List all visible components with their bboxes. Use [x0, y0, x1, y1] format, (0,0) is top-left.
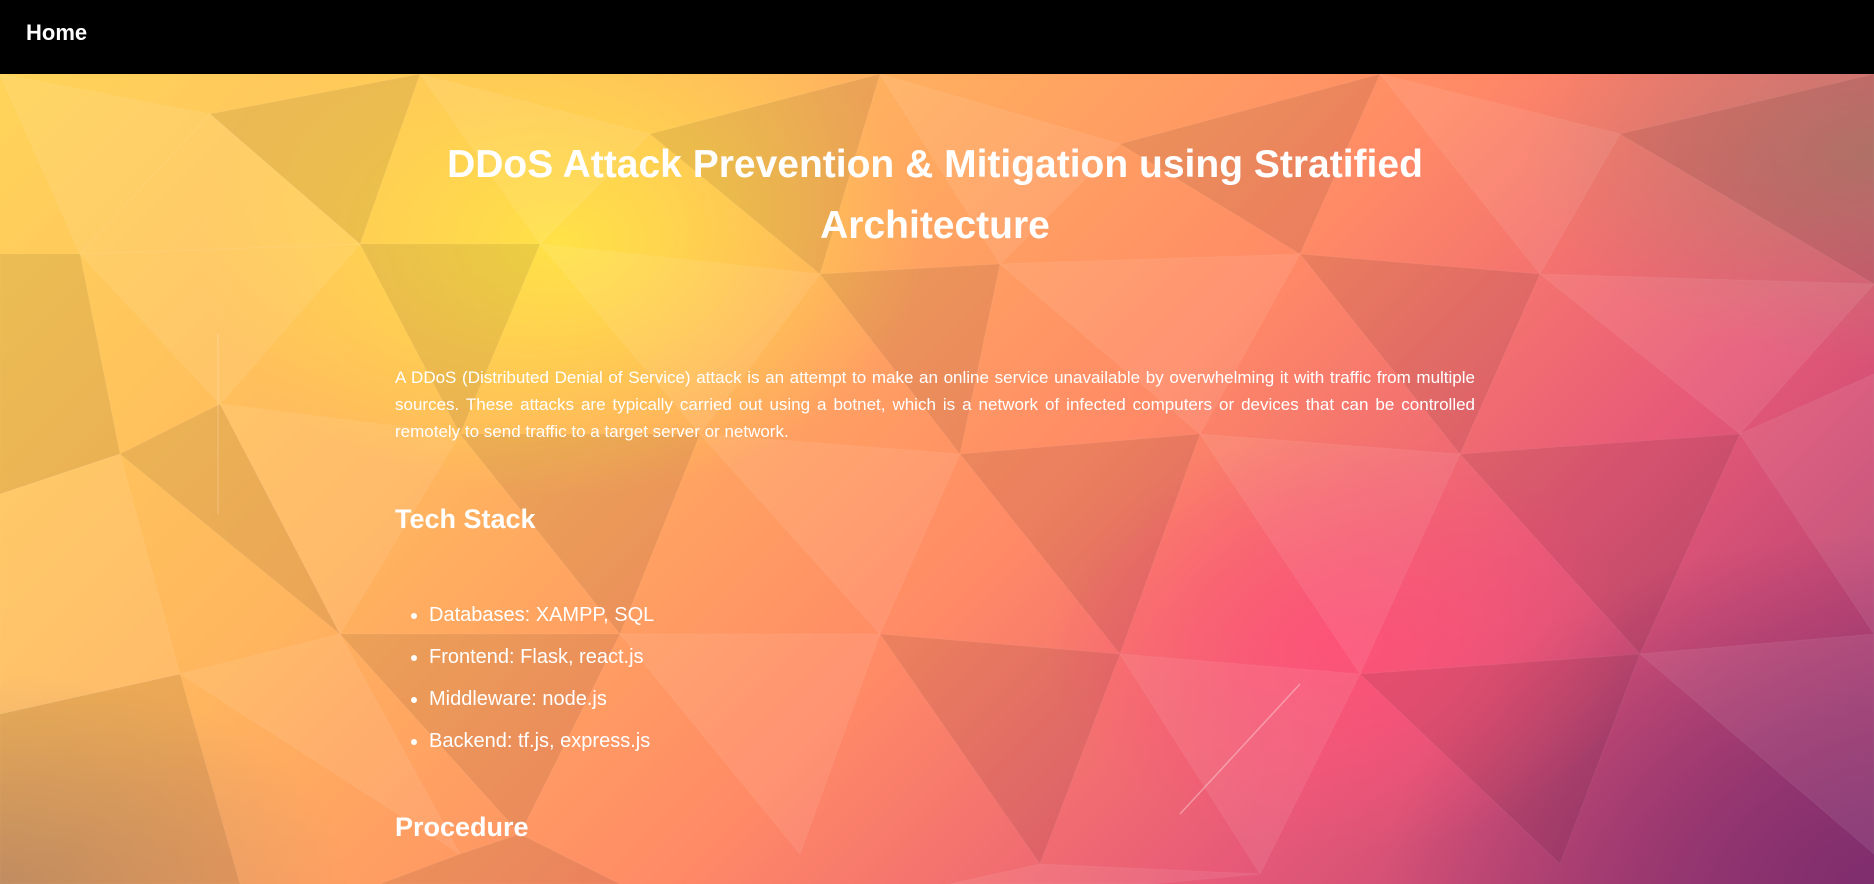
nav-home-link[interactable]: Home [26, 20, 87, 46]
hero-background: DDoS Attack Prevention & Mitigation usin… [0, 74, 1874, 884]
procedure-heading: Procedure [395, 812, 529, 842]
list-item: Frontend: Flask, react.js [429, 636, 654, 678]
intro-paragraph: A DDoS (Distributed Denial of Service) a… [395, 368, 1475, 441]
page-title: DDoS Attack Prevention & Mitigation usin… [447, 143, 1423, 247]
tech-stack-heading: Tech Stack [395, 504, 536, 534]
tech-stack-list: Databases: XAMPP, SQL Frontend: Flask, r… [395, 594, 654, 762]
list-item: Middleware: node.js [429, 678, 654, 720]
list-item: Databases: XAMPP, SQL [429, 594, 654, 636]
top-navbar: Home [0, 0, 1874, 74]
list-item: Backend: tf.js, express.js [429, 720, 654, 762]
